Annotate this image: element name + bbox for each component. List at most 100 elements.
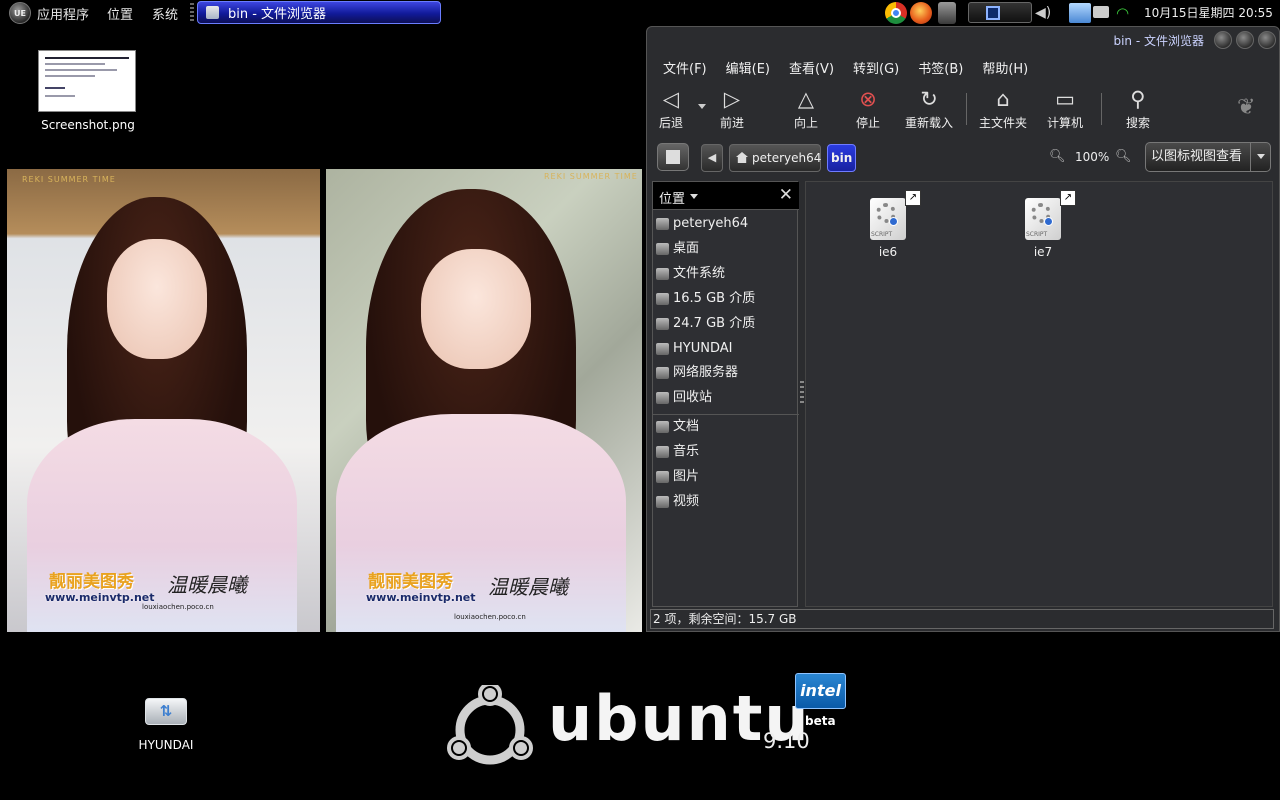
view-mode-select[interactable]: 以图标视图查看 <box>1145 142 1271 172</box>
reload-label: 重新载入 <box>904 116 953 130</box>
folder-icon <box>206 6 219 19</box>
stop-button[interactable]: ⊗ 停止 <box>853 87 883 131</box>
menu-system[interactable]: 系统 <box>152 4 178 23</box>
breadcrumb-scroll-left-button[interactable]: ◀ <box>701 144 723 172</box>
sidebar-item-music[interactable]: 音乐 <box>653 441 799 463</box>
sidebar-item-videos[interactable]: 视频 <box>653 491 799 513</box>
breadcrumb-home[interactable]: peteryeh64 <box>729 144 821 172</box>
menu-bookmarks[interactable]: 书签(B) <box>918 58 963 77</box>
sidebar-type-label[interactable]: 位置 <box>659 188 685 207</box>
home-label: 主文件夹 <box>978 116 1027 130</box>
file-item[interactable]: SCRIPT ↗ ie7 <box>1013 190 1076 259</box>
taskbar-window-button[interactable]: bin - 文件浏览器 <box>197 1 441 24</box>
search-icon: ⚲ <box>1130 87 1146 111</box>
forward-label: 前进 <box>719 116 744 130</box>
file-icon-view[interactable]: SCRIPT ↗ ie6 SCRIPT ↗ ie7 <box>805 181 1273 607</box>
back-button[interactable]: ◁ 后退 <box>656 87 686 131</box>
usb-drive-icon[interactable]: ⇅ <box>145 698 187 725</box>
up-arrow-icon: △ <box>797 87 815 111</box>
sidebar-item-trash[interactable]: 回收站 <box>653 387 799 409</box>
ubuntu-circle-of-friends-icon <box>447 685 533 765</box>
sidebar-item-label: peteryeh64 <box>673 216 749 231</box>
chevron-down-icon[interactable] <box>690 194 698 199</box>
close-icon[interactable] <box>1258 31 1276 49</box>
home-button[interactable]: ⌂ 主文件夹 <box>976 87 1030 131</box>
file-name: ie7 <box>1033 245 1053 259</box>
zoom-in-icon[interactable]: 🔍︎ <box>1115 149 1132 164</box>
forward-button[interactable]: ▷ 前进 <box>717 87 747 131</box>
minimize-icon[interactable] <box>1214 31 1232 49</box>
trash-icon[interactable] <box>938 2 956 24</box>
folder-icon <box>656 446 669 458</box>
sidebar-item-desktop[interactable]: 桌面 <box>653 238 799 260</box>
screenshot-thumbnail-icon[interactable] <box>38 50 136 112</box>
firefox-icon[interactable] <box>910 2 932 24</box>
computer-icon: ▭ <box>1055 87 1075 111</box>
volume-icon[interactable]: ◀) <box>1035 4 1053 22</box>
chevron-down-icon <box>1250 143 1270 171</box>
zoom-level[interactable]: 100% <box>1075 150 1109 164</box>
computer-button[interactable]: ▭ 计算机 <box>1044 87 1086 131</box>
forward-arrow-icon: ▷ <box>723 87 741 111</box>
taskbar-window-label: bin - 文件浏览器 <box>228 7 327 22</box>
close-sidebar-icon[interactable]: ✕ <box>779 185 793 205</box>
chrome-icon[interactable] <box>885 2 907 24</box>
maximize-icon[interactable] <box>1236 31 1254 49</box>
sidebar-item-network[interactable]: 网络服务器 <box>653 362 799 384</box>
ue-logo-icon[interactable]: UE <box>9 2 31 24</box>
photo-watermark-cn: 靓丽美图秀 <box>368 572 453 592</box>
toolbar-separator <box>966 93 967 125</box>
gnome-foot-icon: ❦ <box>1237 95 1256 120</box>
breadcrumb-bin[interactable]: bin <box>827 144 856 172</box>
back-history-dropdown-icon[interactable] <box>698 104 706 109</box>
keyboard-icon[interactable] <box>1093 6 1109 18</box>
sidebar-item-volume-16gb[interactable]: 16.5 GB 介质 <box>653 288 799 310</box>
sidebar-item-filesystem[interactable]: 文件系统 <box>653 263 799 285</box>
back-arrow-icon: ◁ <box>662 87 680 111</box>
sidebar-item-volume-24gb[interactable]: 24.7 GB 介质 <box>653 313 799 335</box>
menu-view[interactable]: 查看(V) <box>789 58 834 77</box>
sidebar-item-label: 文档 <box>673 419 700 434</box>
menu-file[interactable]: 文件(F) <box>663 58 707 77</box>
intel-beta-label: beta <box>805 714 836 728</box>
sidebar-item-documents[interactable]: 文档 <box>653 416 799 438</box>
reload-button[interactable]: ↻ 重新载入 <box>902 87 956 131</box>
sidebar-item-label: 视频 <box>673 494 700 509</box>
stop-icon: ⊗ <box>859 87 877 111</box>
panel-handle <box>190 3 194 22</box>
menu-edit[interactable]: 编辑(E) <box>726 58 770 77</box>
workspace-1[interactable] <box>986 6 1000 20</box>
wifi-icon[interactable]: ◠ <box>1116 4 1134 22</box>
sidebar-item-home[interactable]: peteryeh64 <box>653 213 799 235</box>
pane-resize-handle[interactable] <box>800 381 804 405</box>
sidebar-item-hyundai[interactable]: HYUNDAI <box>653 338 799 360</box>
location-entry-toggle-button[interactable] <box>657 143 689 171</box>
notification-icon[interactable] <box>1069 3 1091 23</box>
sidebar-item-label: 网络服务器 <box>673 365 739 380</box>
photo-caption: REKI SUMMER TIME <box>22 175 116 184</box>
menu-go[interactable]: 转到(G) <box>853 58 899 77</box>
photo-watermark-cn: 靓丽美图秀 <box>49 572 134 592</box>
photo-watermark-script: 温暖晨曦 <box>488 575 568 599</box>
folder-icon <box>656 496 669 508</box>
clock[interactable]: 10月15日星期四 20:55 <box>1144 4 1273 21</box>
sidebar-item-label: 24.7 GB 介质 <box>673 316 756 331</box>
file-item[interactable]: SCRIPT ↗ ie6 <box>858 190 921 259</box>
search-button[interactable]: ⚲ 搜索 <box>1123 87 1153 131</box>
menu-places[interactable]: 位置 <box>107 4 133 23</box>
sidebar-item-pictures[interactable]: 图片 <box>653 466 799 488</box>
menu-help[interactable]: 帮助(H) <box>982 58 1028 77</box>
screenshot-file-label[interactable]: Screenshot.png <box>28 118 148 132</box>
up-button[interactable]: △ 向上 <box>791 87 821 131</box>
menu-applications[interactable]: 应用程序 <box>37 4 89 23</box>
photo-watermark-url: www.meinvtp.net <box>366 591 476 604</box>
folder-icon <box>656 421 669 433</box>
symlink-arrow-icon: ↗ <box>905 190 921 206</box>
sidebar-item-label: 回收站 <box>673 390 713 405</box>
view-mode-label: 以图标视图查看 <box>1151 149 1243 164</box>
workspace-switcher[interactable] <box>968 2 1032 23</box>
network-icon <box>656 367 669 379</box>
zoom-out-icon[interactable]: 🔍︎ <box>1049 149 1066 164</box>
window-title: bin - 文件浏览器 <box>1113 34 1204 48</box>
usb-drive-label[interactable]: HYUNDAI <box>116 738 216 752</box>
